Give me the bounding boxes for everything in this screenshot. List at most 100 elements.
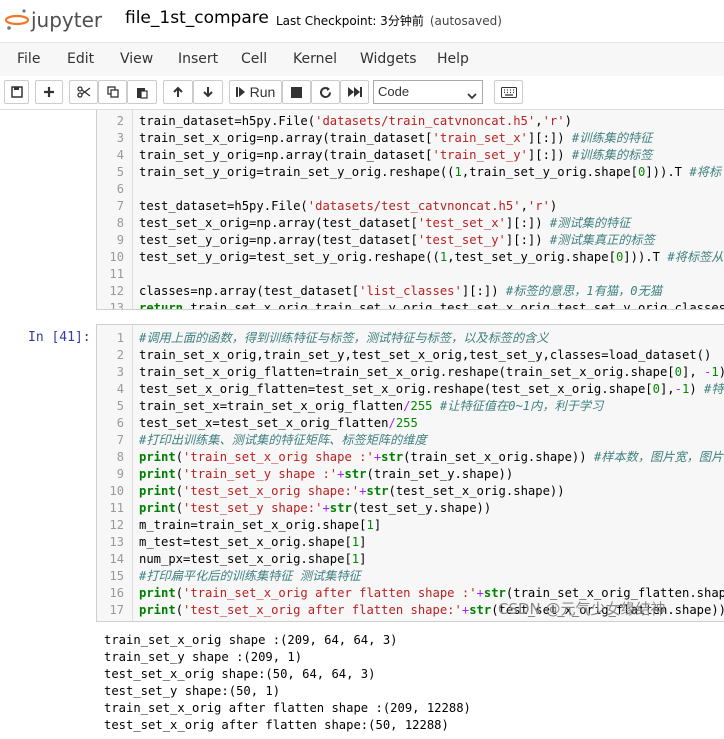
refresh-icon (319, 86, 332, 99)
line-number: 5 (116, 399, 124, 413)
code-text: classes=np.array(test_dataset['list_clas… (139, 284, 662, 298)
menu-edit[interactable]: Edit (67, 51, 94, 67)
code-text: train_set_y_orig=train_set_y_orig.reshap… (139, 165, 722, 179)
fast-forward-icon (347, 86, 362, 98)
plus-icon (43, 86, 55, 98)
code-text: print('train_set_y shape :'+str(train_se… (139, 467, 514, 481)
code-text: train_set_x=train_set_x_orig_flatten/255… (139, 399, 604, 413)
output-line: train_set_y shape :(209, 1) (104, 650, 303, 664)
line-number: 6 (116, 182, 124, 196)
code-cell-active[interactable]: 1 #调用上面的函数，得到训练特征与标签，测试特征与标签，以及标签的含义 2 trai… (96, 324, 724, 622)
menu-view[interactable]: View (120, 51, 153, 67)
scissors-icon (76, 86, 91, 98)
copy-icon (106, 86, 119, 98)
line-number: 4 (116, 382, 124, 396)
menu-help[interactable]: Help (437, 51, 469, 67)
code-text: test_set_y_orig=test_set_y_orig.reshape(… (139, 250, 724, 264)
notebook-header: jupyter file_1st_compare Last Checkpoint… (0, 0, 724, 42)
line-number: 12 (109, 284, 124, 298)
line-number: 8 (116, 216, 124, 230)
menu-cell[interactable]: Cell (241, 51, 267, 67)
line-number: 4 (116, 148, 124, 162)
keyboard-icon (500, 86, 517, 98)
menu-insert[interactable]: Insert (178, 51, 218, 67)
watermark: CSDN @元气少女缘结神 (498, 600, 666, 618)
code-text: train_set_y_orig=np.array(train_dataset[… (139, 148, 653, 162)
code-text: #打印出训练集、测试集的特征矩阵、标签矩阵的维度 (139, 433, 427, 447)
line-number: 9 (116, 233, 124, 247)
jupyter-wordmark: jupyter (30, 8, 103, 32)
line-number: 14 (109, 552, 124, 566)
arrow-down-icon (202, 86, 214, 98)
notebook-title[interactable]: file_1st_compare (125, 8, 269, 28)
save-icon (10, 86, 23, 98)
menu-kernel[interactable]: Kernel (293, 51, 337, 67)
line-number: 16 (109, 586, 124, 600)
checkpoint-status: Last Checkpoint: 3分钟前 (autosaved) (276, 12, 502, 29)
interrupt-button[interactable] (282, 80, 311, 104)
line-number: 13 (109, 301, 124, 310)
insert-cell-button[interactable] (35, 80, 63, 104)
code-text: test_set_x=test_set_x_orig_flatten/255 (139, 416, 418, 430)
output-line: test_set_x_orig shape:(50, 64, 64, 3) (104, 667, 376, 681)
code-text: train_set_x_orig,train_set_y,test_set_x_… (139, 348, 712, 362)
save-button[interactable] (4, 80, 29, 104)
line-number: 11 (109, 501, 124, 515)
jupyter-logo[interactable]: jupyter (4, 6, 115, 34)
step-forward-icon (235, 86, 246, 98)
code-text: print('train_set_x_orig shape :'+str(tra… (139, 450, 724, 464)
move-up-button[interactable] (163, 80, 193, 104)
line-number: 11 (109, 267, 124, 281)
line-number: 3 (116, 365, 124, 379)
line-number: 1 (116, 331, 124, 345)
chevron-down-icon (467, 88, 477, 103)
code-text: print('test_set_x_orig shape:'+str(test_… (139, 484, 565, 498)
menu-bar: File Edit View Insert Cell Kernel Widget… (0, 42, 724, 77)
code-cell[interactable]: 2 train_dataset=h5py.File('datasets/trai… (96, 110, 724, 310)
code-text: test_set_x_orig=np.array(test_dataset['t… (139, 216, 631, 230)
autosave-status: (autosaved) (429, 14, 502, 28)
line-number: 17 (109, 603, 124, 617)
code-text: test_set_y_orig=np.array(test_dataset['t… (139, 233, 655, 247)
line-number: 2 (116, 114, 124, 128)
line-number: 15 (109, 569, 124, 583)
stop-icon (291, 86, 302, 98)
line-number: 10 (109, 484, 124, 498)
restart-button[interactable] (311, 80, 340, 104)
code-text: num_px=test_set_x_orig.shape[1] (139, 552, 367, 566)
line-number: 12 (109, 518, 124, 532)
output-line: test_set_y shape:(50, 1) (104, 684, 281, 698)
paste-icon (136, 86, 148, 99)
line-number: 3 (116, 131, 124, 145)
toolbar: Run Code (0, 76, 724, 110)
restart-run-all-button[interactable] (340, 80, 369, 104)
line-number: 7 (116, 199, 124, 213)
menu-widgets[interactable]: Widgets (360, 51, 417, 67)
cell-type-select[interactable]: Code (373, 80, 483, 104)
command-palette-button[interactable] (494, 80, 523, 104)
code-text: test_set_x_orig_flatten=test_set_x_orig.… (139, 382, 724, 396)
move-down-button[interactable] (193, 80, 223, 104)
code-text: return train_set_x_orig,train_set_y_orig… (139, 301, 724, 310)
paste-button[interactable] (127, 80, 157, 104)
line-number: 8 (116, 450, 124, 464)
output-line: train_set_x_orig after flatten shape :(2… (104, 701, 471, 715)
cell-type-value: Code (378, 84, 410, 99)
cut-button[interactable] (69, 80, 98, 104)
code-text: train_set_x_orig_flatten=train_set_x_ori… (139, 365, 724, 379)
cell-output: train_set_x_orig shape :(209, 64, 64, 3)… (104, 632, 471, 734)
line-number: 5 (116, 165, 124, 179)
run-button[interactable]: Run (229, 80, 282, 104)
run-label: Run (249, 84, 276, 100)
line-number: 6 (116, 416, 124, 430)
code-text: train_dataset=h5py.File('datasets/train_… (139, 114, 572, 128)
line-number: 2 (116, 348, 124, 362)
menu-file[interactable]: File (17, 51, 40, 67)
output-line: train_set_x_orig shape :(209, 64, 64, 3) (104, 633, 398, 647)
copy-button[interactable] (98, 80, 127, 104)
line-number: 13 (109, 535, 124, 549)
notebook-area: 2 train_dataset=h5py.File('datasets/trai… (0, 110, 724, 739)
code-text: test_dataset=h5py.File('datasets/test_ca… (139, 199, 558, 213)
code-text: m_train=train_set_x_orig.shape[1] (139, 518, 382, 532)
code-text: #打印扁平化后的训练集特征 测试集特征 (139, 569, 361, 583)
